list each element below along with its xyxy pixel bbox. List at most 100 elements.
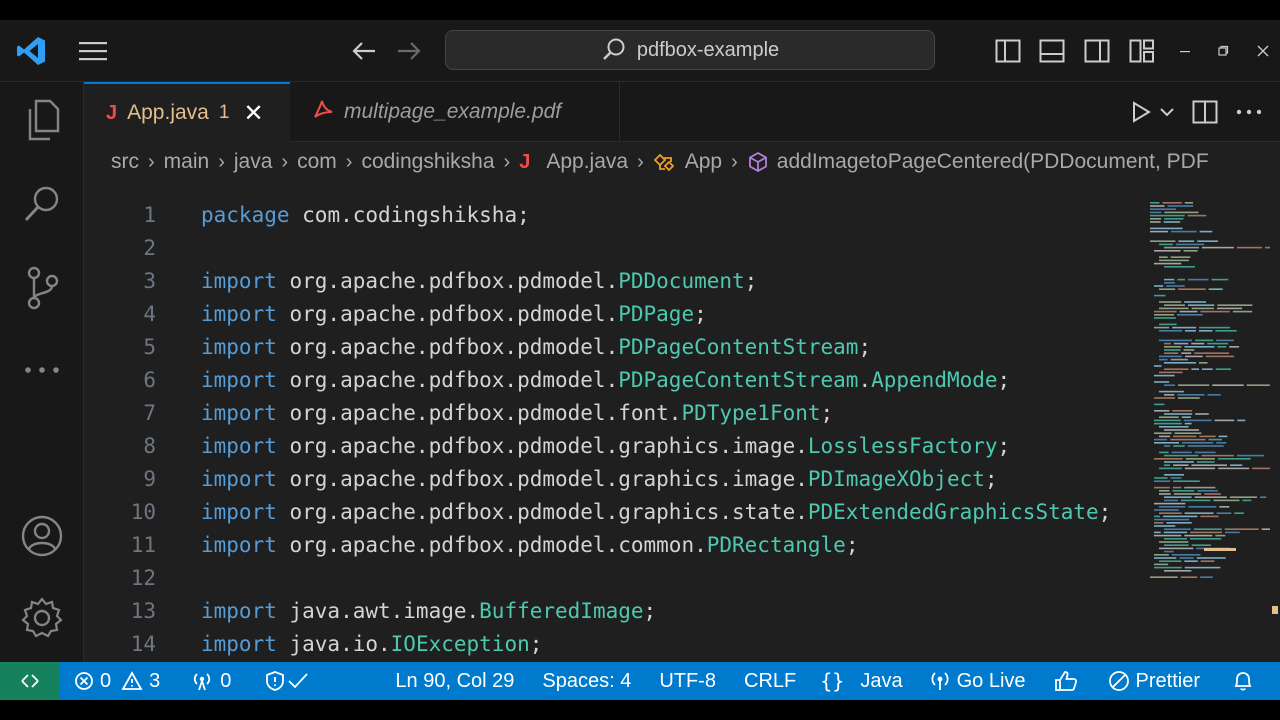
code-line[interactable]: 7 import org.apache.pdfbox.pdmodel.font.P… — [84, 396, 1146, 429]
minimap-line — [1170, 438, 1206, 441]
type-token: PDPage — [618, 301, 695, 326]
minimap[interactable] — [1146, 182, 1280, 662]
back-arrow-icon[interactable] — [348, 35, 380, 67]
minimap-line — [1184, 346, 1215, 348]
explorer-icon[interactable] — [20, 98, 64, 142]
run-icon[interactable] — [1130, 100, 1174, 124]
code-line[interactable]: 8 import org.apache.pdfbox.pdmodel.graphi… — [84, 429, 1146, 462]
minimap-line — [1164, 218, 1184, 220]
command-center-search[interactable]: pdfbox-example — [445, 30, 935, 70]
breadcrumb-method[interactable]: addImagetoPageCentered(PDDocument, PDF — [747, 150, 1209, 174]
keyword-token: package — [201, 202, 290, 227]
minimap-line — [1181, 352, 1192, 354]
code-line[interactable]: 6 import org.apache.pdfbox.pdmodel.PDPage… — [84, 363, 1146, 396]
forward-arrow-icon[interactable] — [393, 35, 425, 67]
more-actions-icon[interactable] — [1236, 108, 1262, 116]
menu-icon[interactable] — [76, 35, 110, 67]
problems-indicator[interactable]: 0 3 — [60, 662, 172, 700]
minimap-line — [1154, 518, 1190, 521]
tab-multipage-pdf[interactable]: multipage_example.pdf — [290, 82, 620, 142]
breadcrumb-class[interactable]: App — [653, 150, 722, 174]
cursor-position[interactable]: Ln 90, Col 29 — [383, 662, 526, 700]
minimap-line — [1195, 413, 1209, 415]
minimap-line — [1159, 307, 1189, 310]
go-live-label: Go Live — [956, 669, 1026, 692]
minimap-line — [1159, 259, 1189, 262]
breadcrumb-item[interactable]: codingshiksha — [361, 150, 494, 174]
prettier-status[interactable]: Prettier — [1090, 662, 1212, 700]
settings-gear-icon[interactable] — [20, 596, 64, 640]
more-views-icon[interactable] — [20, 348, 64, 392]
minimap-line — [1224, 528, 1259, 530]
minimap-line — [1154, 317, 1176, 319]
title-bar: pdfbox-example — [0, 20, 1280, 82]
feedback-button[interactable] — [1038, 662, 1090, 700]
code-line[interactable]: 11 import org.apache.pdfbox.pdmodel.commo… — [84, 528, 1146, 561]
minimap-line — [1154, 419, 1181, 422]
code-line[interactable]: 13 import java.awt.image.BufferedImage; — [84, 594, 1146, 627]
code-line[interactable]: 10 import org.apache.pdfbox.pdmodel.graph… — [84, 495, 1146, 528]
minimap-line — [1154, 326, 1170, 329]
source-control-icon[interactable] — [20, 266, 64, 310]
breadcrumb-item[interactable]: main — [164, 150, 210, 174]
line-number: 2 — [143, 235, 156, 260]
code-line[interactable]: 9 import org.apache.pdfbox.pdmodel.graphi… — [84, 462, 1146, 495]
ports-indicator[interactable]: 0 — [172, 662, 243, 700]
minimap-line — [1164, 368, 1189, 370]
minimap-line — [1215, 368, 1231, 370]
plain-token: . — [858, 367, 872, 392]
minimap-line — [1236, 246, 1263, 249]
breadcrumb-file[interactable]: J App.java — [519, 150, 628, 174]
code-text: import org.apache.pdfbox.pdmodel.PDPageC… — [201, 335, 871, 359]
restore-icon[interactable] — [1212, 40, 1234, 62]
code-line[interactable]: 1 package com.codingshiksha; — [84, 198, 1146, 231]
toggle-primary-sidebar-icon[interactable] — [992, 35, 1024, 67]
breadcrumb-item[interactable]: java — [234, 150, 273, 174]
remote-indicator[interactable] — [0, 662, 60, 700]
java-status-indicator[interactable] — [243, 662, 321, 700]
close-tab-icon[interactable]: ✕ — [243, 99, 263, 128]
toggle-secondary-sidebar-icon[interactable] — [1081, 35, 1113, 67]
code-line[interactable]: 2 — [84, 231, 1146, 264]
code-line[interactable]: 3 import org.apache.pdfbox.pdmodel.PDDocu… — [84, 264, 1146, 297]
minimap-line — [1177, 314, 1203, 316]
code-line[interactable]: 14 import java.io.IOException; — [84, 627, 1146, 660]
toggle-panel-icon[interactable] — [1036, 35, 1068, 67]
language-mode[interactable]: {} Java — [808, 662, 914, 700]
notifications-button[interactable] — [1212, 662, 1280, 700]
minimap-line — [1196, 557, 1226, 559]
tab-app-java[interactable]: J App.java 1 ✕ — [84, 82, 290, 142]
keyword-token: import — [201, 466, 277, 491]
minimize-icon[interactable] — [1174, 40, 1196, 62]
ports-count: 0 — [220, 669, 232, 692]
plain-token: ; — [643, 598, 657, 623]
plain-token: org.apache.pdfbox.pdmodel. — [276, 268, 619, 293]
code-editor[interactable]: 1 package com.codingshiksha; 2 3 import org.… — [84, 182, 1146, 662]
accounts-icon[interactable] — [20, 514, 64, 558]
close-window-icon[interactable] — [1252, 40, 1274, 62]
split-editor-icon[interactable] — [1192, 100, 1218, 124]
breadcrumb-item[interactable]: src — [111, 150, 139, 174]
minimap-line — [1154, 515, 1161, 518]
code-line[interactable]: 5 import org.apache.pdfbox.pdmodel.PDPage… — [84, 330, 1146, 363]
minimap-line — [1201, 454, 1234, 457]
search-view-icon[interactable] — [20, 182, 64, 226]
minimap-line — [1170, 477, 1182, 479]
keyword-token: import — [201, 433, 277, 458]
minimap-line — [1154, 557, 1177, 559]
customize-layout-icon[interactable] — [1126, 35, 1158, 67]
code-line[interactable]: 12 — [84, 561, 1146, 594]
code-line[interactable]: 4 import org.apache.pdfbox.pdmodel.PDPage… — [84, 297, 1146, 330]
line-ending[interactable]: CRLF — [728, 662, 808, 700]
indentation[interactable]: Spaces: 4 — [526, 662, 643, 700]
chevron-down-icon[interactable] — [1160, 107, 1174, 117]
minimap-line — [1187, 304, 1215, 306]
type-token: PDType1Font — [681, 400, 821, 425]
encoding[interactable]: UTF-8 — [643, 662, 728, 700]
minimap-line — [1154, 509, 1179, 511]
minimap-line — [1183, 349, 1195, 351]
plain-token: java.awt.image. — [276, 598, 480, 623]
go-live-button[interactable]: Go Live — [915, 662, 1038, 700]
breadcrumb-item[interactable]: com — [297, 150, 337, 174]
keyword-token: import — [201, 301, 277, 326]
